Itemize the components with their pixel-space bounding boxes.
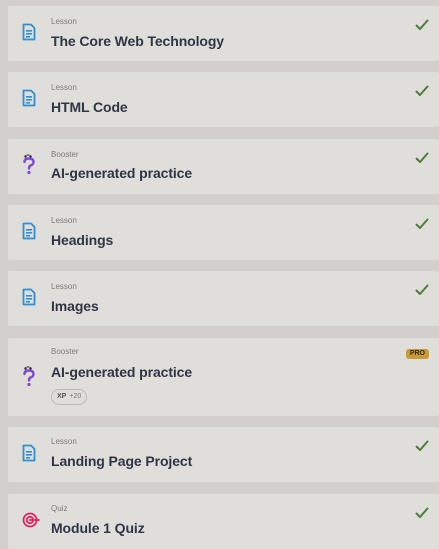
checkmark-icon	[415, 217, 429, 235]
item-type-label: Lesson	[51, 282, 77, 291]
xp-label: XP	[57, 393, 67, 400]
list-item-ai-practice-pro[interactable]: Booster AI-generated practice PRO XP +20	[8, 338, 439, 416]
list-item-landing-page-project[interactable]: Lesson Landing Page Project	[8, 427, 439, 482]
list-item-module-1-quiz[interactable]: Quiz Module 1 Quiz	[8, 494, 439, 549]
booster-icon	[22, 154, 36, 176]
checkmark-icon	[415, 84, 429, 102]
item-type-label: Lesson	[51, 83, 77, 92]
lesson-icon	[22, 89, 36, 107]
pro-badge: PRO	[405, 349, 429, 359]
item-title: Headings	[51, 232, 114, 248]
xp-value: +20	[69, 393, 82, 400]
item-title: HTML Code	[51, 99, 128, 115]
item-type-label: Lesson	[51, 437, 77, 446]
item-type-label: Lesson	[51, 17, 77, 26]
checkmark-icon	[415, 151, 429, 169]
item-title: Landing Page Project	[51, 453, 193, 469]
checkmark-icon	[415, 283, 429, 301]
item-type-label: Booster	[51, 150, 79, 159]
list-item-ai-practice[interactable]: Booster AI-generated practice	[8, 139, 439, 194]
booster-icon	[22, 366, 36, 388]
checkmark-icon	[415, 506, 429, 524]
list-item-images[interactable]: Lesson Images	[8, 271, 439, 326]
item-type-label: Quiz	[51, 504, 68, 513]
lesson-icon	[22, 288, 36, 306]
list-item-headings[interactable]: Lesson Headings	[8, 205, 439, 260]
quiz-icon	[22, 512, 40, 528]
lesson-icon	[22, 222, 36, 240]
xp-badge: XP +20	[51, 389, 88, 405]
checkmark-icon	[415, 18, 429, 36]
item-title: Images	[51, 298, 99, 314]
item-title: AI-generated practice	[51, 364, 193, 380]
checkmark-icon	[415, 439, 429, 457]
item-type-label: Booster	[51, 347, 79, 356]
lesson-icon	[22, 444, 36, 462]
list-item-html-code[interactable]: Lesson HTML Code	[8, 72, 439, 127]
lesson-icon	[22, 23, 36, 41]
item-type-label: Lesson	[51, 216, 77, 225]
item-title: The Core Web Technology	[51, 33, 224, 49]
list-item-core-web-technology[interactable]: Lesson The Core Web Technology	[8, 6, 439, 61]
item-title: AI-generated practice	[51, 165, 193, 181]
item-title: Module 1 Quiz	[51, 520, 145, 536]
